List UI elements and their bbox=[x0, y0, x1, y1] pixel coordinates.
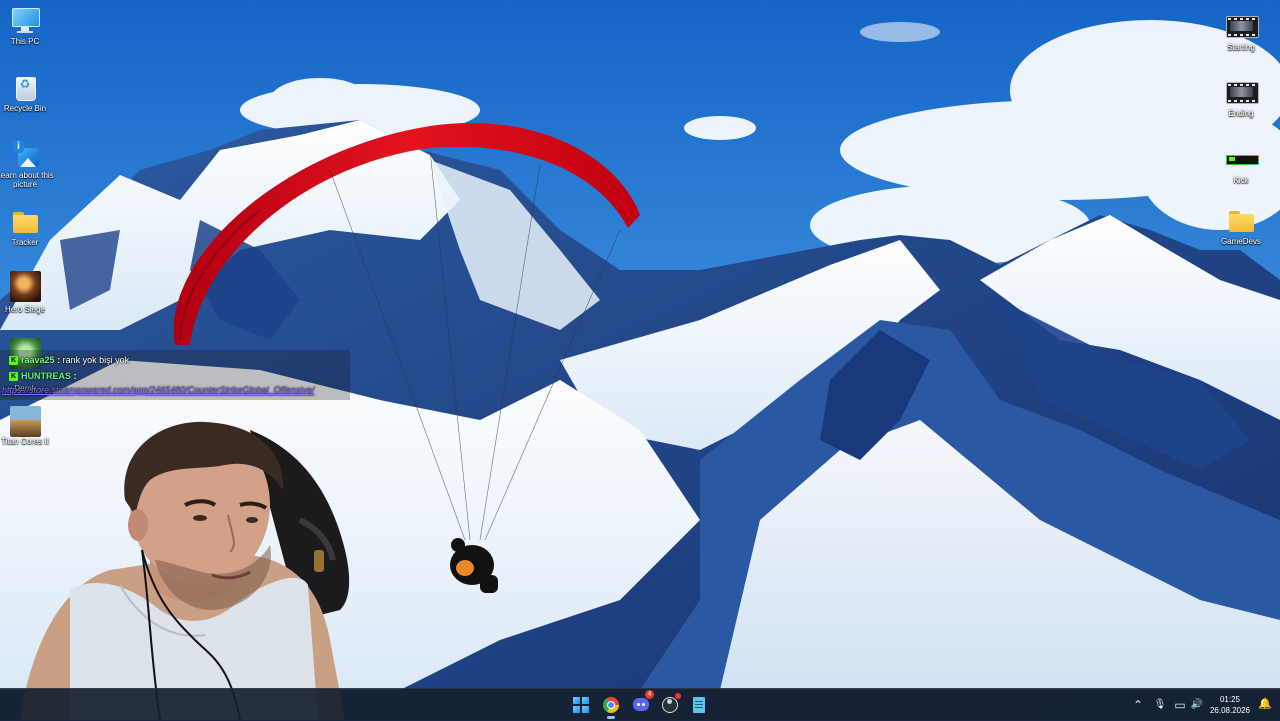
windows-logo-icon bbox=[573, 697, 589, 713]
desktop-icon-ending[interactable]: Ending bbox=[1212, 78, 1270, 118]
obs-icon bbox=[662, 697, 678, 713]
chrome-icon bbox=[603, 697, 619, 713]
desktop-icon-learn-about-this-picture[interactable]: i Learn about this picture bbox=[0, 140, 54, 189]
taskbar-app-chrome[interactable] bbox=[600, 694, 622, 719]
chat-message: Kraava25 : rank yok bişi yok bbox=[9, 354, 129, 366]
recording-indicator bbox=[675, 693, 681, 699]
monitor-icon bbox=[10, 6, 40, 34]
folder-icon bbox=[10, 207, 40, 235]
network-icon[interactable]: ▭ bbox=[1172, 697, 1188, 713]
chat-separator: : bbox=[57, 355, 61, 365]
taskbar-app-notepad[interactable] bbox=[688, 694, 710, 716]
kick-shortcut-icon bbox=[1226, 145, 1259, 173]
recycle-bin-icon: ♻ bbox=[10, 73, 40, 101]
clock-time: 01:25 bbox=[1219, 695, 1241, 704]
desktop-icon-recycle-bin[interactable]: ♻ Recycle Bin bbox=[0, 73, 54, 113]
video-file-icon bbox=[1226, 12, 1259, 40]
notification-bell-icon[interactable]: 🔔 bbox=[1258, 698, 1272, 710]
discord-icon bbox=[633, 698, 649, 711]
taskbar-app-discord[interactable]: 4 bbox=[630, 690, 654, 716]
microphone-icon[interactable]: 🎙 bbox=[1152, 697, 1168, 713]
desktop-icon-label: GameDevs bbox=[1220, 237, 1261, 246]
kick-badge-icon: K bbox=[9, 356, 18, 366]
learn-about-picture-icon: i bbox=[10, 140, 40, 168]
desktop-icon-label: This PC bbox=[10, 37, 40, 46]
desktop-icon-label: Hero Siege bbox=[4, 305, 46, 314]
chat-separator: : bbox=[73, 371, 77, 381]
chat-message: K HUNTREAS : bbox=[9, 370, 77, 382]
taskbar: 4 ⌃ 🎙 ▭ 🔊 01:25 26.08.2026 🔔 bbox=[0, 688, 1280, 721]
show-hidden-icons-chevron-icon[interactable]: ⌃ bbox=[1130, 697, 1146, 713]
chat-text: rank yok bişi yok bbox=[62, 355, 130, 365]
taskbar-clock[interactable]: 01:25 26.08.2026 bbox=[1206, 694, 1254, 716]
desktop-icon-hero-siege[interactable]: Hero Siege bbox=[0, 271, 54, 314]
webcam-overlay bbox=[20, 421, 350, 720]
desktop-icon-label: Learn about this picture bbox=[0, 171, 54, 189]
chat-username: HUNTREAS bbox=[21, 371, 72, 381]
desktop-icon-kick[interactable]: Kick bbox=[1212, 145, 1270, 185]
chat-username: raava25 bbox=[21, 355, 55, 365]
desktop-icon-starting[interactable]: Starting bbox=[1212, 12, 1270, 52]
desktop-icon-label: Ending bbox=[1228, 109, 1254, 118]
desktop-icon-tracker[interactable]: Tracker bbox=[0, 207, 54, 247]
notepad-icon bbox=[693, 697, 705, 713]
video-file-icon bbox=[1226, 78, 1259, 106]
desktop-icon-label: Kick bbox=[1233, 176, 1249, 185]
desktop-icon-label: Tracker bbox=[11, 238, 39, 247]
kick-badge-icon: K bbox=[9, 372, 18, 382]
taskbar-app-obs[interactable] bbox=[659, 693, 681, 716]
desktop-icon-label: Recycle Bin bbox=[3, 104, 47, 113]
chat-link[interactable]: https://store.steampowered.com/app/24654… bbox=[2, 385, 314, 395]
folder-icon bbox=[1226, 206, 1256, 234]
desktop-icon-gamedevs[interactable]: GameDevs bbox=[1212, 206, 1270, 246]
desktop-icon-label: Starting bbox=[1227, 43, 1255, 52]
notification-badge: 4 bbox=[645, 690, 654, 699]
stream-chat-overlay: Kraava25 : rank yok bişi yok K HUNTREAS :… bbox=[0, 350, 350, 400]
start-button[interactable] bbox=[570, 694, 592, 716]
clock-date: 26.08.2026 bbox=[1209, 706, 1251, 715]
game-icon bbox=[10, 271, 41, 302]
volume-icon[interactable]: 🔊 bbox=[1189, 697, 1205, 713]
desktop-icon-this-pc[interactable]: This PC bbox=[0, 6, 54, 46]
